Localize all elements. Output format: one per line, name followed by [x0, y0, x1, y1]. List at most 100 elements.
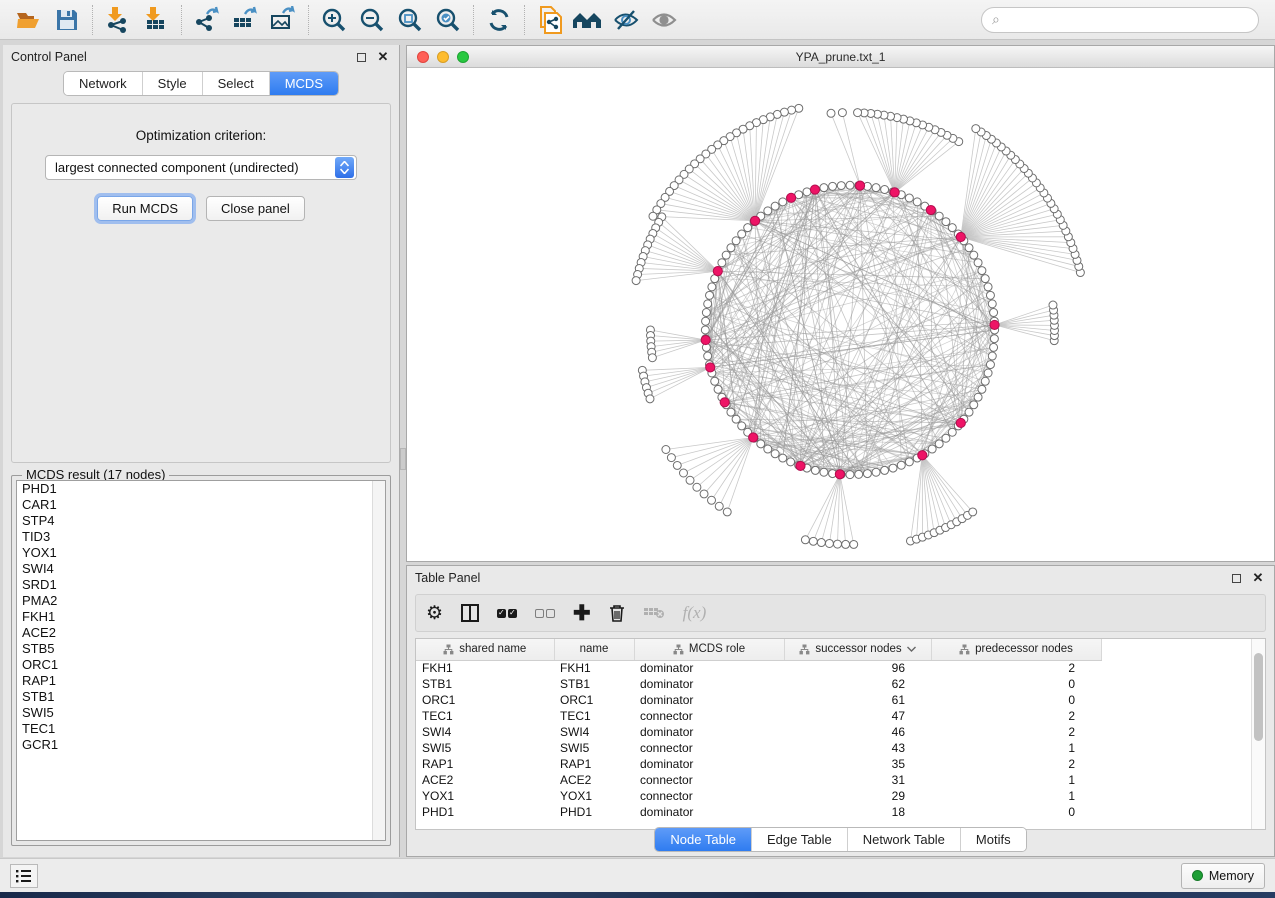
select-all-button[interactable]	[497, 609, 517, 618]
table-cell[interactable]: 2	[931, 660, 1101, 676]
table-cell[interactable]: 0	[931, 676, 1101, 692]
table-row[interactable]: TEC1TEC1connector472	[416, 708, 1251, 724]
graph-node[interactable]	[738, 422, 746, 430]
table-cell[interactable]: STB1	[416, 676, 554, 692]
graph-node-mcds[interactable]	[701, 335, 710, 344]
graph-node[interactable]	[872, 184, 880, 192]
graph-node[interactable]	[942, 218, 950, 226]
table-cell[interactable]: 18	[784, 804, 931, 820]
network-window-titlebar[interactable]: YPA_prune.txt_1	[407, 46, 1274, 68]
graph-node[interactable]	[827, 109, 835, 117]
table-cell[interactable]: dominator	[634, 724, 784, 740]
graph-node[interactable]	[771, 202, 779, 210]
table-scrollbar[interactable]	[1251, 639, 1265, 829]
result-list-item[interactable]: SRD1	[17, 577, 385, 593]
result-list-item[interactable]: ACE2	[17, 625, 385, 641]
first-neighbors-button[interactable]	[569, 4, 607, 36]
delete-row-button[interactable]	[609, 604, 625, 623]
graph-node[interactable]	[970, 251, 978, 259]
graph-node-mcds[interactable]	[956, 232, 965, 241]
table-row[interactable]: YOX1YOX1connector291	[416, 788, 1251, 804]
column-header-name[interactable]: name	[554, 639, 634, 660]
result-list-item[interactable]: SWI5	[17, 705, 385, 721]
table-cell[interactable]: 46	[784, 724, 931, 740]
result-list-item[interactable]: TID3	[17, 529, 385, 545]
graph-node[interactable]	[706, 291, 714, 299]
table-cell[interactable]: ORC1	[416, 692, 554, 708]
table-cell[interactable]: 0	[931, 804, 1101, 820]
save-session-button[interactable]	[48, 4, 86, 36]
table-row[interactable]: ORC1ORC1dominator610	[416, 692, 1251, 708]
graph-node[interactable]	[969, 508, 977, 516]
table-cell[interactable]: 1	[931, 740, 1101, 756]
graph-node-mcds[interactable]	[835, 470, 844, 479]
graph-node[interactable]	[984, 283, 992, 291]
graph-node[interactable]	[718, 259, 726, 267]
search-input[interactable]	[1006, 13, 1248, 27]
graph-node-mcds[interactable]	[796, 461, 805, 470]
graph-node[interactable]	[990, 343, 998, 351]
show-task-history-button[interactable]	[10, 864, 38, 888]
tab-node-table[interactable]: Node Table	[655, 828, 752, 851]
table-cell[interactable]: 2	[931, 708, 1101, 724]
graph-node[interactable]	[704, 300, 712, 308]
graph-node[interactable]	[825, 539, 833, 547]
column-header-shared-name[interactable]: shared name	[416, 639, 554, 660]
graph-node[interactable]	[978, 385, 986, 393]
graph-node-mcds[interactable]	[750, 216, 759, 225]
graph-node[interactable]	[708, 496, 716, 504]
open-file-button[interactable]	[10, 4, 48, 36]
column-header-predecessor-nodes[interactable]: predecessor nodes	[931, 639, 1101, 660]
table-row[interactable]: PHD1PHD1dominator180	[416, 804, 1251, 820]
graph-node[interactable]	[988, 300, 996, 308]
table-cell[interactable]: 96	[784, 660, 931, 676]
graph-node[interactable]	[732, 237, 740, 245]
graph-node[interactable]	[646, 395, 654, 403]
graph-node[interactable]	[905, 458, 913, 466]
graph-node[interactable]	[704, 352, 712, 360]
graph-node[interactable]	[984, 369, 992, 377]
table-cell[interactable]: SWI4	[554, 724, 634, 740]
export-network-button[interactable]	[188, 4, 226, 36]
result-list-item[interactable]: YOX1	[17, 545, 385, 561]
graph-node[interactable]	[928, 445, 936, 453]
tab-style[interactable]: Style	[143, 72, 203, 95]
graph-node[interactable]	[972, 125, 980, 133]
table-cell[interactable]: connector	[634, 788, 784, 804]
tab-mcds[interactable]: MCDS	[270, 72, 338, 95]
table-cell[interactable]: ACE2	[554, 772, 634, 788]
close-panel-button[interactable]: ✕	[375, 49, 391, 65]
result-list-item[interactable]: STP4	[17, 513, 385, 529]
add-column-button[interactable]: ✚	[573, 601, 591, 626]
table-cell[interactable]: dominator	[634, 676, 784, 692]
result-list-item[interactable]: SWI4	[17, 561, 385, 577]
table-cell[interactable]: ORC1	[554, 692, 634, 708]
tab-edge-table[interactable]: Edge Table	[752, 828, 848, 851]
result-list-item[interactable]: FKH1	[17, 609, 385, 625]
table-cell[interactable]: PHD1	[416, 804, 554, 820]
table-cell[interactable]: 62	[784, 676, 931, 692]
graph-node[interactable]	[795, 104, 803, 112]
graph-node[interactable]	[913, 198, 921, 206]
column-header-mcds-role[interactable]: MCDS role	[634, 639, 784, 660]
graph-node[interactable]	[764, 207, 772, 215]
graph-node-mcds[interactable]	[787, 193, 796, 202]
graph-node[interactable]	[673, 461, 681, 469]
criterion-select[interactable]: largest connected component (undirected)	[45, 155, 357, 180]
tab-network-table[interactable]: Network Table	[848, 828, 961, 851]
graph-node[interactable]	[990, 335, 998, 343]
graph-node[interactable]	[702, 317, 710, 325]
graph-node[interactable]	[708, 283, 716, 291]
zoom-selected-button[interactable]	[429, 4, 467, 36]
graph-node[interactable]	[986, 291, 994, 299]
graph-node[interactable]	[948, 224, 956, 232]
toolbar-search[interactable]: ⌕	[981, 7, 1259, 33]
graph-node[interactable]	[701, 326, 709, 334]
table-row[interactable]: SWI4SWI4dominator462	[416, 724, 1251, 740]
graph-node[interactable]	[854, 109, 862, 117]
result-list-item[interactable]: STB5	[17, 641, 385, 657]
graph-node[interactable]	[803, 188, 811, 196]
graph-node-mcds[interactable]	[713, 267, 722, 276]
table-cell[interactable]: TEC1	[554, 708, 634, 724]
graph-node[interactable]	[714, 385, 722, 393]
